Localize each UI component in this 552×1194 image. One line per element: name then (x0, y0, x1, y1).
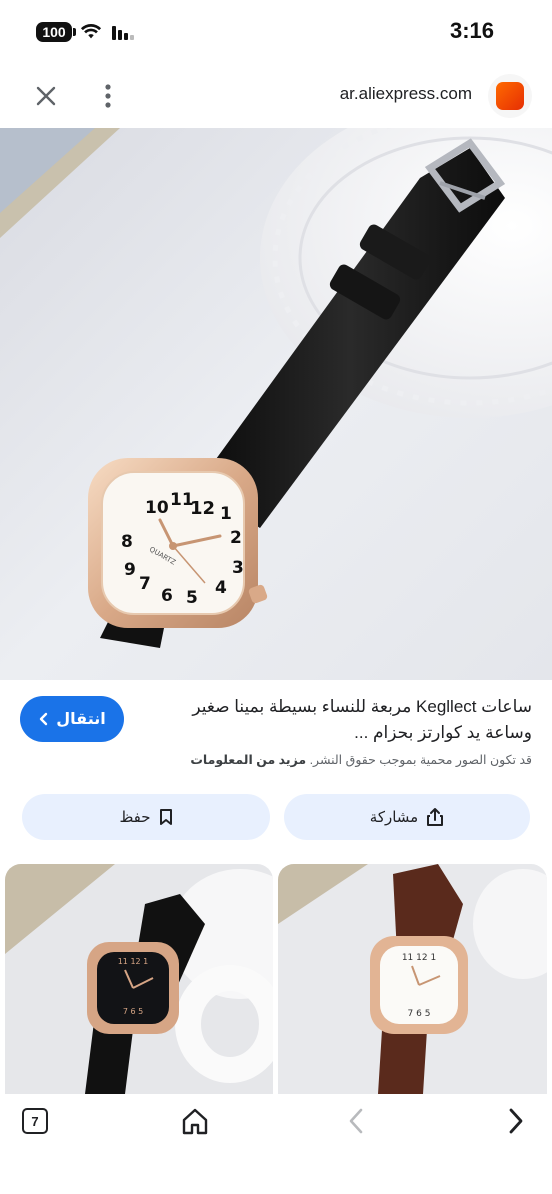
chevron-left-icon (40, 712, 48, 726)
share-icon (427, 808, 444, 826)
dial-number: 7 (139, 574, 151, 594)
dial-number: 3 (232, 558, 244, 578)
svg-text:11 12 1: 11 12 1 (402, 953, 436, 963)
browser-toolbar: 7 (0, 1094, 552, 1194)
save-button[interactable]: حفظ (22, 794, 270, 840)
clock: 3:16 (449, 18, 494, 43)
related-images: 11 12 1 7 6 5 11 12 1 7 6 5 (0, 864, 552, 1094)
save-label: حفظ (119, 809, 151, 826)
arrow-back-icon[interactable] (342, 1106, 370, 1136)
dial-number: 2 (230, 528, 242, 548)
dial-number: 1 (220, 504, 232, 524)
watch-dial: 12 1 2 3 4 5 6 7 8 9 10 11 QUARTZ (0, 128, 552, 680)
dial-number: 5 (186, 588, 198, 608)
svg-text:11 12 1: 11 12 1 (118, 957, 149, 966)
site-url[interactable]: ar.aliexpress.com (340, 84, 472, 104)
signal-icon (112, 26, 134, 40)
arrow-forward-icon[interactable] (502, 1106, 530, 1136)
aliexpress-logo (496, 82, 524, 110)
wifi-icon (80, 24, 102, 39)
result-title[interactable]: ساعات Kegllect مربعة للنساء بسيطة بمينا … (152, 694, 532, 746)
svg-text:7 6 5: 7 6 5 (123, 1007, 143, 1016)
svg-text:7 6 5: 7 6 5 (408, 1009, 431, 1019)
main-product-image[interactable]: 12 1 2 3 4 5 6 7 8 9 10 11 QUARTZ (0, 128, 552, 680)
copyright-notice: قد تكون الصور محمية بموجب حقوق النشر. مز… (112, 752, 532, 767)
status-bar: 100 3:16 (0, 0, 552, 62)
home-icon[interactable] (180, 1106, 210, 1136)
browser-header: ar.aliexpress.com (0, 62, 552, 128)
dial-number: 4 (215, 578, 227, 598)
copyright-text: قد تكون الصور محمية بموجب حقوق النشر. (309, 753, 532, 767)
dial-number: 10 (145, 498, 169, 518)
tabs-button[interactable]: 7 (22, 1108, 48, 1134)
related-image-brown-watch[interactable]: 11 12 1 7 6 5 (278, 864, 547, 1094)
share-button[interactable]: مشاركة (284, 794, 530, 840)
related-image-black-watch[interactable]: 11 12 1 7 6 5 (5, 864, 273, 1094)
bookmark-icon (159, 809, 172, 825)
visit-button[interactable]: انتقال (20, 696, 124, 742)
black-watch-photo: 11 12 1 7 6 5 (5, 864, 273, 1094)
visit-label: انتقال (56, 711, 106, 728)
dial-number: 11 (170, 490, 194, 510)
image-info-panel: انتقال ساعات Kegllect مربعة للنساء بسيطة… (0, 680, 552, 860)
battery-indicator: 100 (36, 22, 76, 42)
dial-number: 6 (161, 586, 173, 606)
site-favicon (488, 74, 532, 118)
close-icon (36, 86, 56, 106)
more-vert-icon (105, 84, 111, 108)
brown-watch-photo: 11 12 1 7 6 5 (278, 864, 547, 1094)
share-label: مشاركة (369, 809, 419, 826)
dial-number: 8 (121, 532, 133, 552)
dial-number: 12 (190, 498, 216, 519)
dial-number: 9 (124, 560, 136, 580)
more-options-button[interactable] (94, 80, 122, 112)
more-info-link[interactable]: مزيد من المعلومات (190, 753, 306, 767)
dial-brand: QUARTZ (147, 545, 177, 567)
close-button[interactable] (30, 80, 62, 112)
